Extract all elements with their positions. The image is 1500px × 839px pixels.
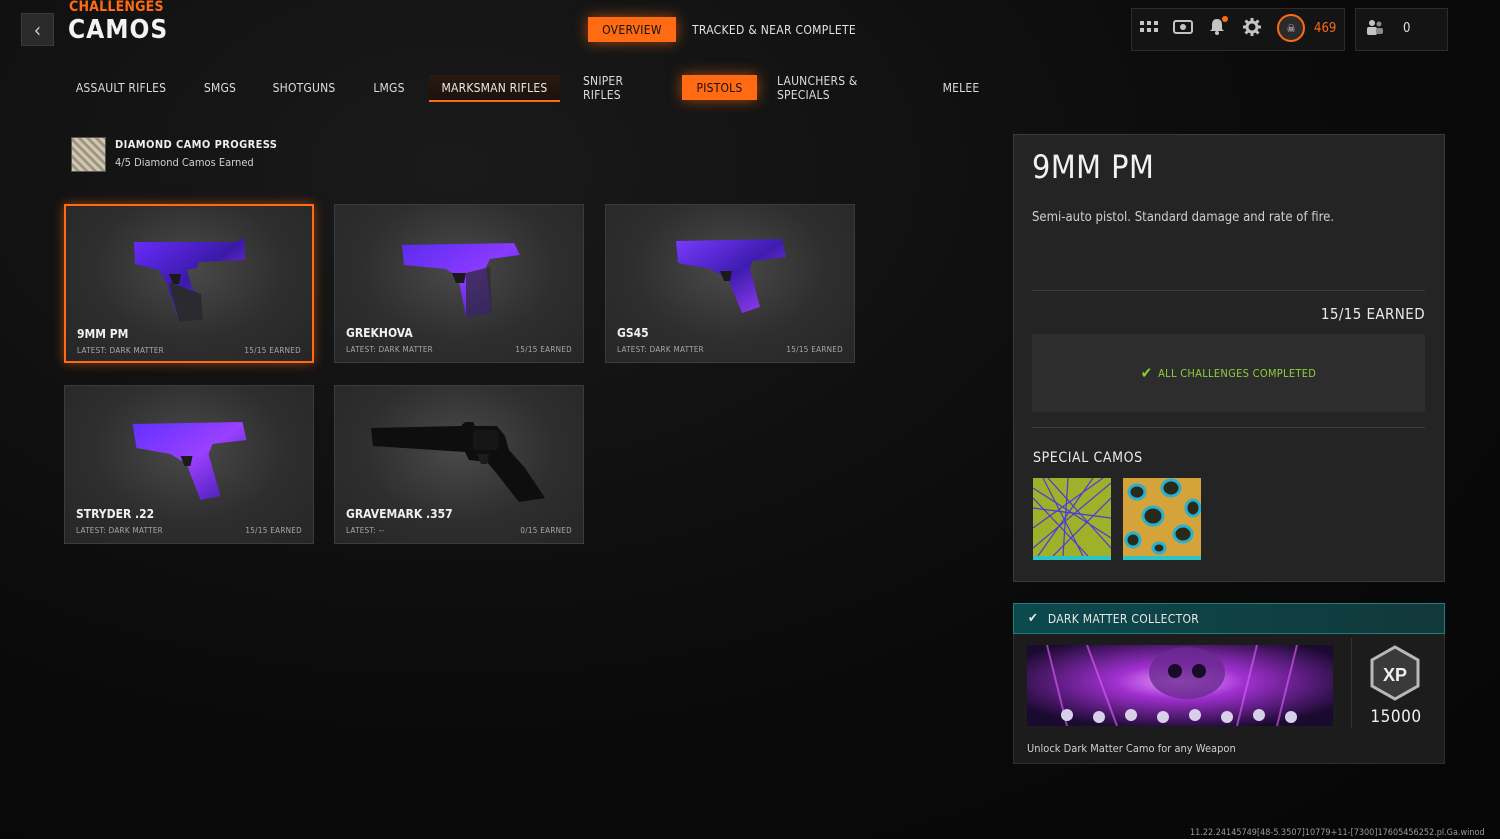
category-shotguns[interactable]: SHOTGUNS	[268, 75, 340, 100]
weapon-card-9mm-pm[interactable]: 9MM PM LATEST: DARK MATTER 15/15 EARNED	[64, 204, 314, 363]
weapon-name: GS45	[617, 326, 649, 340]
collector-title: DARK MATTER COLLECTOR	[1047, 611, 1200, 626]
detail-divider	[1032, 427, 1425, 428]
pistol-image	[127, 414, 252, 508]
dark-matter-banner-image	[1027, 645, 1333, 726]
weapon-earned-count: 15/15 EARNED	[244, 346, 301, 355]
category-smgs[interactable]: SMGS	[195, 75, 245, 100]
build-version: 11.22.24145749[48-5.3507]10779+11-[7300]…	[1190, 828, 1485, 838]
player-level: 469	[1314, 21, 1337, 36]
chevron-left-icon: ‹	[33, 17, 42, 42]
category-melee[interactable]: MELEE	[933, 75, 989, 100]
weapon-name: GRAVEMARK .357	[346, 507, 453, 521]
diamond-progress-title: DIAMOND CAMO PROGRESS	[115, 138, 278, 151]
friends-icon[interactable]	[1366, 18, 1384, 40]
collector-description: Unlock Dark Matter Camo for any Weapon	[1027, 742, 1236, 755]
category-pistols[interactable]: PISTOLS	[682, 75, 757, 100]
special-camos-title: SPECIAL CAMOS	[1033, 450, 1143, 466]
category-assault-rifles[interactable]: ASSAULT RIFLES	[70, 75, 172, 100]
category-marksman-rifles[interactable]: MARKSMAN RIFLES	[429, 75, 560, 102]
tab-tracked-near-complete[interactable]: TRACKED & NEAR COMPLETE	[690, 17, 858, 42]
pistol-image	[394, 233, 524, 327]
weapon-name: STRYDER .22	[76, 507, 155, 521]
weapon-latest-camo: LATEST: DARK MATTER	[617, 345, 704, 354]
check-icon: ✔	[1140, 364, 1153, 382]
notification-dot	[1222, 16, 1228, 22]
back-button[interactable]: ‹	[21, 13, 54, 46]
weapon-name: 9MM PM	[77, 327, 129, 341]
detail-weapon-description: Semi-auto pistol. Standard damage and ra…	[1032, 210, 1335, 225]
friends-count: 0	[1403, 21, 1411, 36]
special-camo-swatch-2[interactable]	[1123, 478, 1202, 560]
challenge-status-text: ALL CHALLENGES COMPLETED	[1158, 366, 1317, 380]
special-camo-swatch-1[interactable]	[1032, 477, 1112, 560]
detail-weapon-name: 9MM PM	[1032, 148, 1155, 186]
weapon-latest-camo: LATEST: --	[346, 526, 385, 535]
status-bar	[1131, 8, 1345, 51]
weapon-latest-camo: LATEST: DARK MATTER	[77, 346, 164, 355]
id-card-icon[interactable]	[1173, 19, 1193, 38]
category-lmgs[interactable]: LMGS	[366, 75, 412, 100]
weapon-latest-camo: LATEST: DARK MATTER	[76, 526, 163, 535]
weapon-card-gravemark-357[interactable]: GRAVEMARK .357 LATEST: -- 0/15 EARNED	[334, 385, 584, 544]
weapon-card-gs45[interactable]: GS45 LATEST: DARK MATTER 15/15 EARNED	[605, 204, 855, 363]
xp-badge-label: XP	[1383, 665, 1407, 685]
weapon-earned-count: 0/15 EARNED	[520, 526, 572, 535]
weapon-name: GREKHOVA	[346, 326, 413, 340]
weapon-earned-count: 15/15 EARNED	[515, 345, 572, 354]
weapon-latest-camo: LATEST: DARK MATTER	[346, 345, 433, 354]
xp-badge-icon: XP	[1369, 645, 1421, 705]
weapon-card-grekhova[interactable]: GREKHOVA LATEST: DARK MATTER 15/15 EARNE…	[334, 204, 584, 363]
player-avatar[interactable]: ☠	[1277, 14, 1305, 42]
grid-menu-icon[interactable]	[1140, 19, 1158, 38]
challenge-status-box: ✔ ALL CHALLENGES COMPLETED	[1032, 334, 1425, 412]
weapon-earned-count: 15/15 EARNED	[786, 345, 843, 354]
skull-icon: ☠	[1286, 21, 1296, 35]
weapon-card-stryder-22[interactable]: STRYDER .22 LATEST: DARK MATTER 15/15 EA…	[64, 385, 314, 544]
category-sniper-rifles[interactable]: SNIPER RIFLES	[583, 74, 661, 102]
check-icon: ✔	[1028, 611, 1038, 626]
detail-divider	[1032, 290, 1425, 291]
weapon-earned-count: 15/15 EARNED	[245, 526, 302, 535]
breadcrumb: CHALLENGES	[69, 0, 164, 15]
collector-divider	[1351, 638, 1352, 728]
pistol-image	[670, 233, 790, 327]
xp-reward-value: 15000	[1370, 707, 1422, 727]
collector-header: ✔ DARK MATTER COLLECTOR	[1013, 603, 1445, 634]
category-launchers-specials[interactable]: LAUNCHERS & SPECIALS	[777, 74, 909, 102]
gear-icon[interactable]	[1243, 18, 1261, 40]
detail-earned-count: 15/15 EARNED	[1320, 305, 1425, 323]
page-title: CAMOS	[68, 15, 169, 45]
tab-overview[interactable]: OVERVIEW	[588, 17, 676, 42]
pistol-image	[129, 234, 249, 328]
diamond-progress-count: 4/5 Diamond Camos Earned	[115, 156, 254, 169]
revolver-image	[369, 416, 549, 510]
diamond-camo-swatch	[71, 137, 106, 172]
